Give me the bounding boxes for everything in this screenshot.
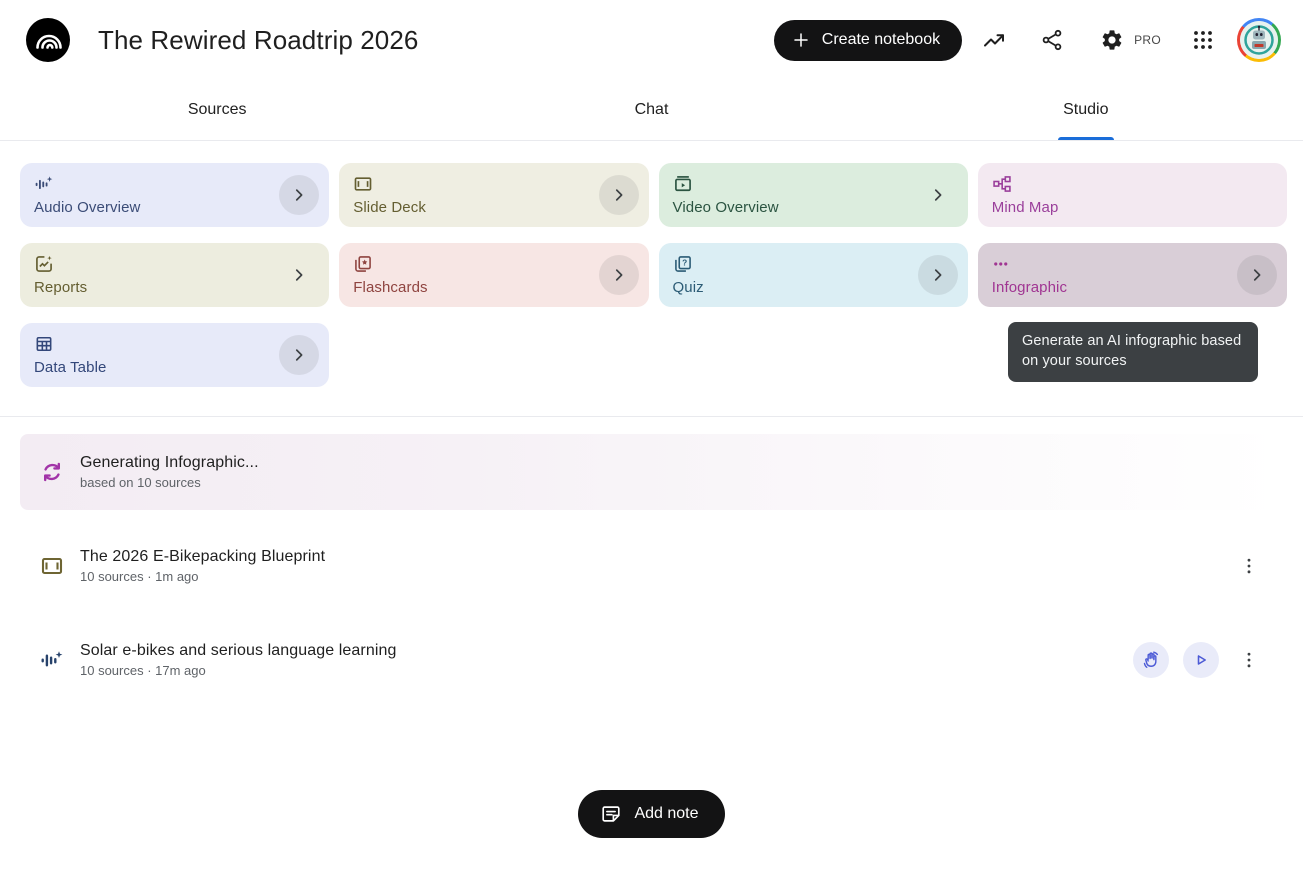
add-note-button[interactable]: Add note: [578, 790, 724, 838]
analytics-button[interactable]: [974, 20, 1014, 60]
chevron-right-icon[interactable]: [599, 255, 639, 295]
chevron-right-icon[interactable]: [279, 335, 319, 375]
artifact-row-generating-infographic[interactable]: Generating Infographic... based on 10 so…: [20, 434, 1283, 510]
artifact-title: Generating Infographic...: [80, 454, 259, 472]
panel-tabs: Sources Chat Studio: [0, 80, 1303, 141]
artifact-text: Generating Infographic... based on 10 so…: [80, 454, 259, 490]
tool-card-audio-overview[interactable]: Audio Overview: [20, 163, 329, 227]
tool-label: Reports: [34, 279, 315, 296]
note-icon: [600, 803, 622, 825]
play-audio-button[interactable]: [1183, 642, 1219, 678]
tab-sources[interactable]: Sources: [0, 80, 434, 140]
tab-sources-label: Sources: [188, 101, 247, 119]
google-apps-button[interactable]: [1183, 20, 1223, 60]
settings-button[interactable]: [1092, 20, 1132, 60]
tab-studio-label: Studio: [1063, 101, 1108, 119]
create-notebook-label: Create notebook: [822, 31, 940, 49]
audio-waveform-sparkle-icon: [40, 648, 64, 672]
tool-label: Data Table: [34, 359, 315, 376]
artifact-title: Solar e-bikes and serious language learn…: [80, 642, 397, 660]
section-divider: [0, 416, 1303, 417]
share-button[interactable]: [1032, 20, 1072, 60]
more-options-button[interactable]: [1229, 546, 1269, 586]
artifact-text: The 2026 E-Bikepacking Blueprint 10 sour…: [80, 548, 325, 584]
artifact-meta: based on 10 sources: [80, 475, 259, 490]
chevron-right-icon[interactable]: [599, 175, 639, 215]
artifacts-list: Generating Infographic... based on 10 so…: [0, 434, 1303, 698]
tool-card-infographic[interactable]: Infographic: [978, 243, 1287, 307]
avatar-image: [1240, 21, 1278, 59]
play-icon: [1191, 650, 1211, 670]
share-icon: [1040, 28, 1064, 52]
tool-label: Video Overview: [673, 199, 954, 216]
tab-chat-label: Chat: [635, 101, 669, 119]
kebab-menu-icon: [1239, 556, 1259, 576]
report-chart-sparkle-icon: [34, 254, 54, 274]
tool-card-flashcards[interactable]: Flashcards: [339, 243, 648, 307]
tool-label: Slide Deck: [353, 199, 634, 216]
tool-card-data-table[interactable]: Data Table: [20, 323, 329, 387]
chevron-right-icon[interactable]: [1237, 255, 1277, 295]
create-notebook-button[interactable]: Create notebook: [774, 20, 962, 61]
slideshow-icon: [353, 174, 373, 194]
tab-underline: [1058, 137, 1114, 140]
tool-card-slide-deck[interactable]: Slide Deck: [339, 163, 648, 227]
chevron-right-icon[interactable]: [918, 255, 958, 295]
artifact-meta: 10 sources · 1m ago: [80, 569, 325, 584]
tab-chat[interactable]: Chat: [434, 80, 868, 140]
sync-progress-icon: [40, 460, 64, 484]
artifact-text: Solar e-bikes and serious language learn…: [80, 642, 397, 678]
ellipsis-loading-icon: [992, 254, 1012, 274]
artifact-title: The 2026 E-Bikepacking Blueprint: [80, 548, 325, 566]
artifact-row-slide-deck[interactable]: The 2026 E-Bikepacking Blueprint 10 sour…: [20, 528, 1283, 604]
tool-label: Flashcards: [353, 279, 634, 296]
data-table-icon: [34, 334, 54, 354]
svg-text:?: ?: [682, 258, 687, 268]
chevron-right-icon[interactable]: [918, 175, 958, 215]
chevron-right-icon[interactable]: [279, 175, 319, 215]
notebooklm-logo[interactable]: [26, 18, 70, 62]
tool-card-mind-map[interactable]: Mind Map: [978, 163, 1287, 227]
tool-card-reports[interactable]: Reports: [20, 243, 329, 307]
infographic-tooltip: Generate an AI infographic based on your…: [1008, 322, 1258, 382]
more-options-button[interactable]: [1229, 640, 1269, 680]
tool-label: Mind Map: [992, 199, 1273, 216]
add-note-label: Add note: [634, 805, 698, 823]
notebook-title[interactable]: The Rewired Roadtrip 2026: [98, 25, 418, 56]
gear-icon: [1100, 28, 1124, 52]
video-overview-icon: [673, 174, 693, 194]
tool-card-video-overview[interactable]: Video Overview: [659, 163, 968, 227]
apps-grid-icon: [1191, 28, 1215, 52]
artifact-meta: 10 sources · 17m ago: [80, 663, 397, 678]
tool-label: Audio Overview: [34, 199, 315, 216]
tool-label: Infographic: [992, 279, 1273, 296]
add-note-container: Add note: [0, 790, 1303, 838]
artifact-row-audio-overview[interactable]: Solar e-bikes and serious language learn…: [20, 622, 1283, 698]
quiz-cards-icon: ?: [673, 254, 693, 274]
header: The Rewired Roadtrip 2026 Create noteboo…: [0, 0, 1303, 80]
audio-waveform-sparkle-icon: [34, 174, 54, 194]
interactive-mode-button[interactable]: [1133, 642, 1169, 678]
tool-label: Quiz: [673, 279, 954, 296]
tab-studio[interactable]: Studio: [869, 80, 1303, 140]
kebab-menu-icon: [1239, 650, 1259, 670]
pro-badge: PRO: [1134, 33, 1161, 47]
slideshow-icon: [40, 554, 64, 578]
chevron-right-icon[interactable]: [279, 255, 319, 295]
tool-card-quiz[interactable]: ? Quiz: [659, 243, 968, 307]
mind-map-icon: [992, 174, 1012, 194]
hand-wave-icon: [1141, 650, 1161, 670]
flashcards-star-icon: [353, 254, 373, 274]
plus-icon: [792, 31, 810, 49]
trending-up-icon: [982, 28, 1006, 52]
avatar[interactable]: [1237, 18, 1281, 62]
